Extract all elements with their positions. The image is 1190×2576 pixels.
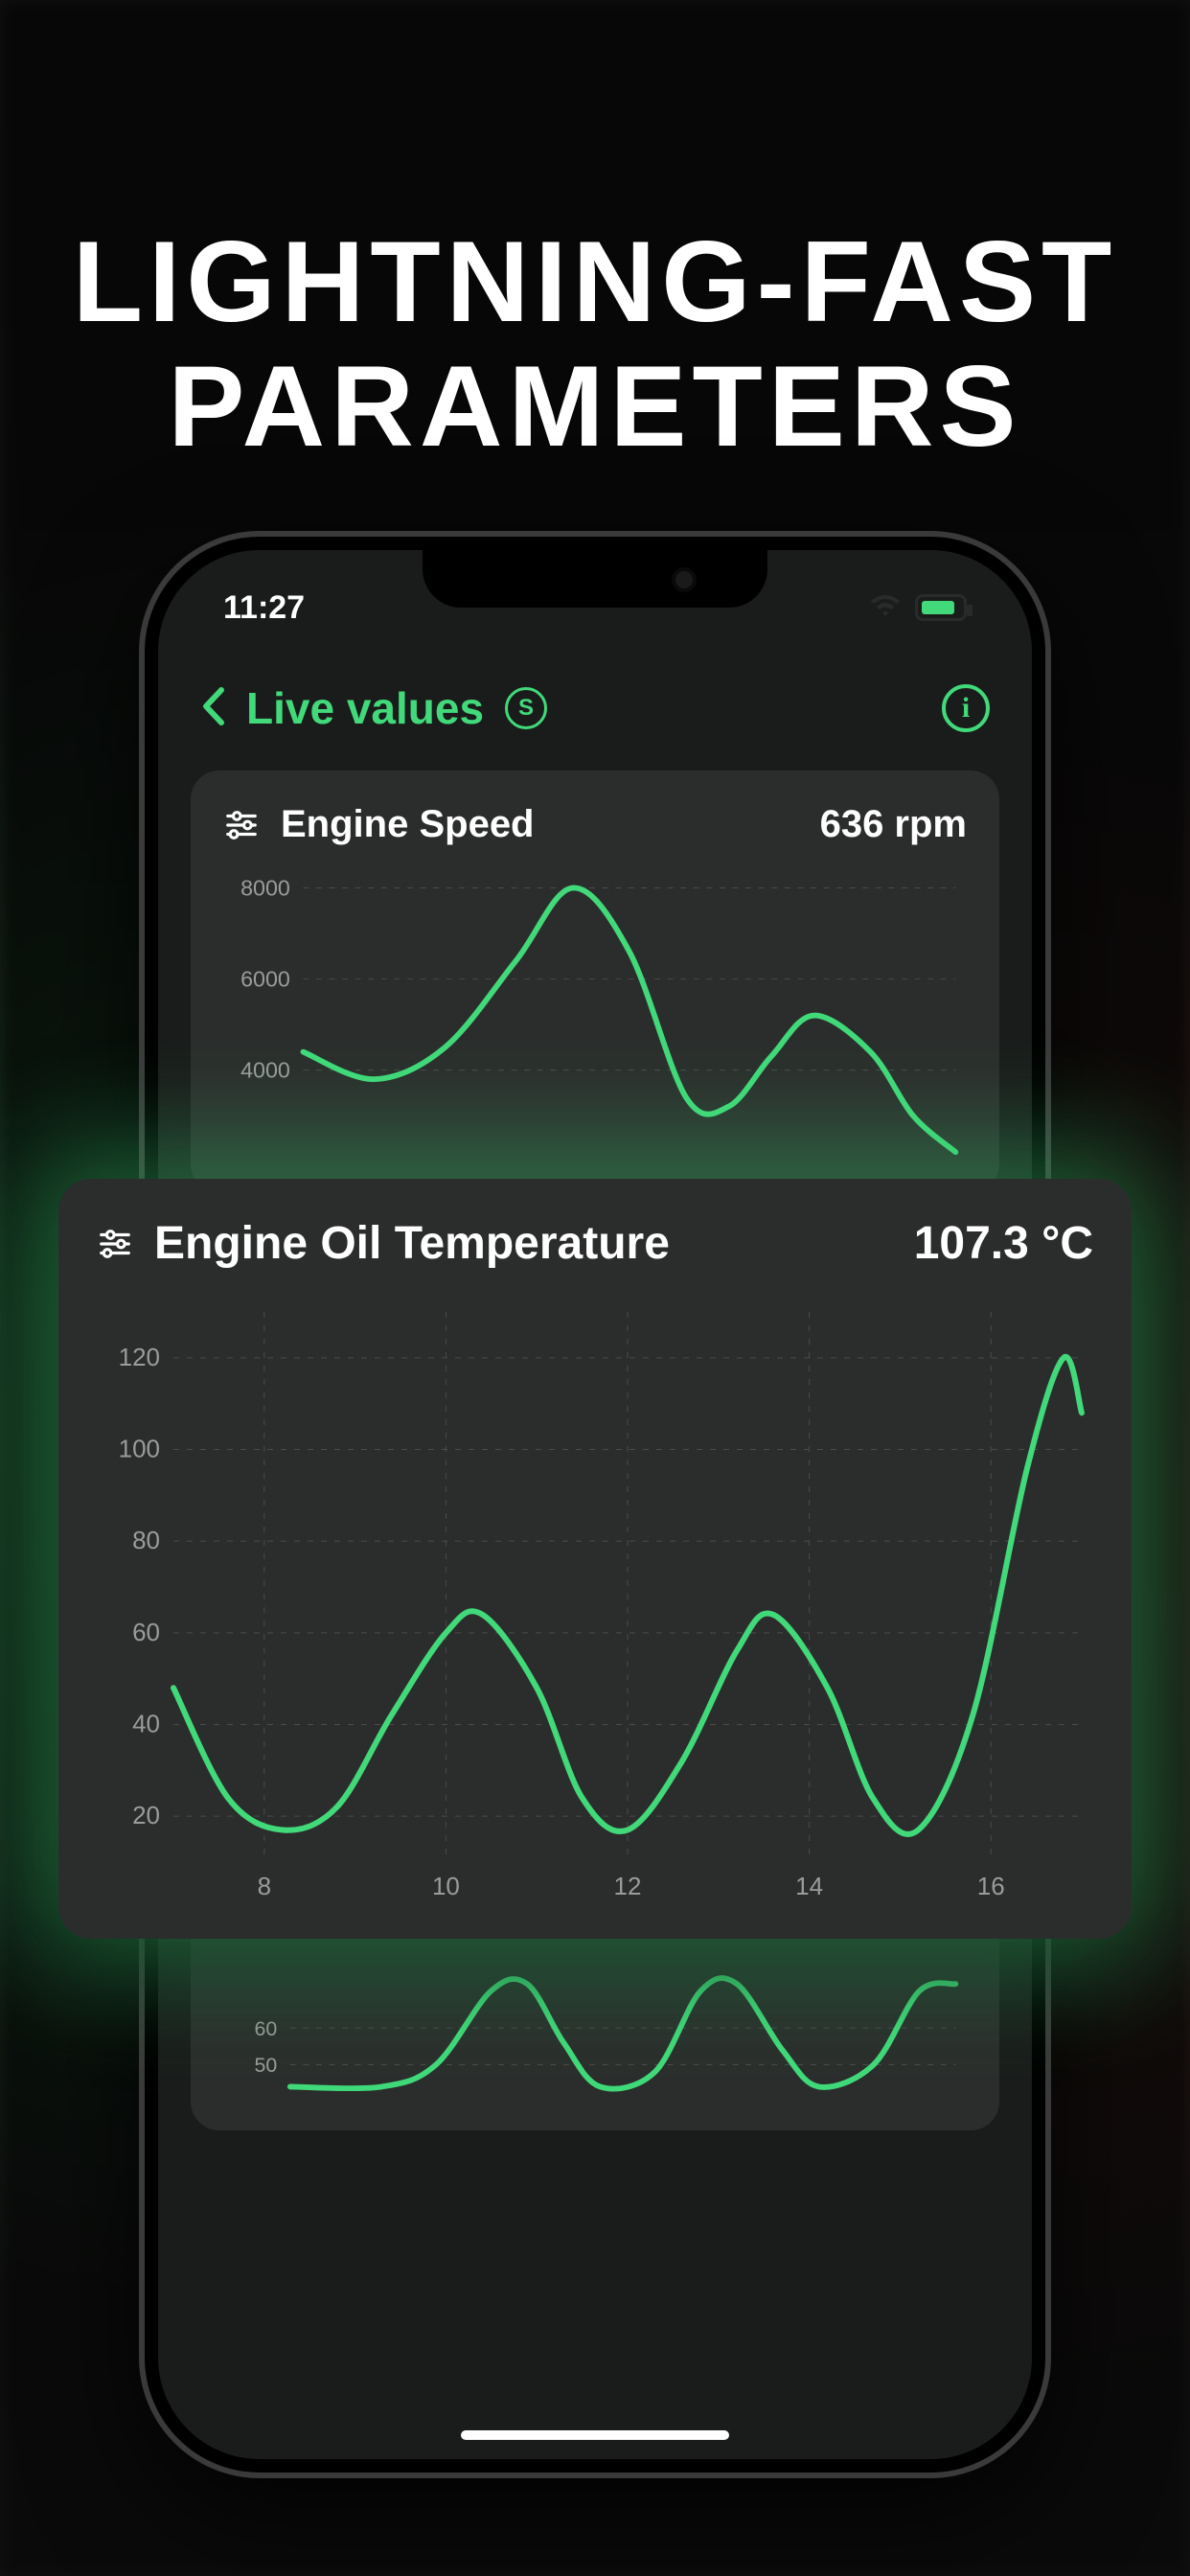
svg-text:60: 60 [132,1618,160,1646]
svg-text:8: 8 [258,1872,271,1900]
svg-text:60: 60 [255,2017,278,2040]
svg-text:8000: 8000 [240,875,290,900]
headline-line2: PARAMETERS [57,345,1133,470]
nav-row: Live values S i [191,642,999,770]
card-engine-oil[interactable]: Engine Oil Temperature 107.3 °C 20 40 60 80… [58,1179,1132,1939]
svg-text:40: 40 [132,1710,160,1738]
sliders-icon[interactable] [97,1226,133,1262]
headline-line1: LIGHTNING-FAST [57,220,1133,345]
svg-text:100: 100 [119,1435,160,1463]
page-title: Live values [246,682,484,734]
marketing-headline: LIGHTNING-FAST PARAMETERS [0,0,1190,469]
svg-text:80: 80 [132,1526,160,1554]
sliders-icon[interactable] [223,807,260,843]
svg-text:4000: 4000 [240,1057,290,1082]
phone-notch [423,550,767,608]
svg-text:50: 50 [255,2055,278,2078]
home-indicator[interactable] [461,2430,729,2440]
card-title: Engine Speed [281,803,535,846]
svg-text:20: 20 [132,1801,160,1829]
info-button[interactable]: i [942,684,990,732]
svg-text:14: 14 [795,1872,823,1900]
svg-text:10: 10 [432,1872,460,1900]
s-badge-icon[interactable]: S [505,687,547,729]
svg-text:6000: 6000 [240,966,290,991]
svg-text:16: 16 [977,1872,1005,1900]
status-time: 11:27 [223,589,305,627]
card-engine-speed[interactable]: Engine Speed 636 rpm 4000 6000 8000 [191,770,999,1193]
chart-engine-oil: 20 40 60 80 100 120 8 10 12 14 16 [97,1297,1093,1910]
chart-engine-speed: 4000 6000 8000 [223,873,967,1170]
wifi-icon [869,589,902,627]
chart-engine-coolant: 50 60 [223,1940,967,2107]
card-title: Engine Oil Temperature [154,1217,670,1270]
card-value: 636 rpm [820,803,967,846]
status-right [869,589,967,627]
svg-text:120: 120 [119,1343,160,1371]
card-value: 107.3 °C [914,1217,1093,1270]
svg-text:12: 12 [614,1872,642,1900]
back-chevron-icon[interactable] [200,686,225,731]
battery-icon [915,594,967,621]
